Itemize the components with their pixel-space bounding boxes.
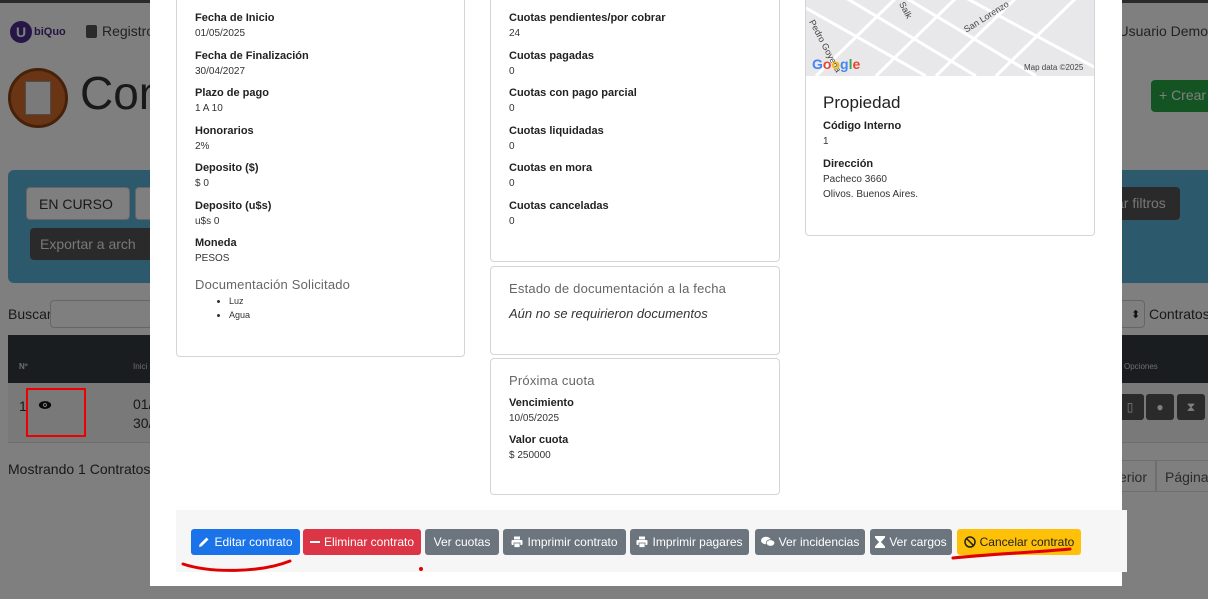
field-value: 0 xyxy=(509,178,515,189)
field-label: Honorarios xyxy=(195,125,254,137)
field-value: 0 xyxy=(509,66,515,77)
doc-status-title: Estado de documentación a la fecha xyxy=(509,281,727,296)
field-value: 2% xyxy=(195,141,210,152)
annotation-highlight-box xyxy=(26,388,86,437)
field-label: Plazo de pago xyxy=(195,87,269,99)
codigo-value: 1 xyxy=(823,136,829,147)
field-label: Cuotas en mora xyxy=(509,162,593,174)
pencil-icon xyxy=(199,537,209,547)
print-pagares-button[interactable]: Imprimir pagares xyxy=(630,529,749,555)
field-value: 24 xyxy=(509,28,521,39)
field-value: 1 A 10 xyxy=(195,103,223,114)
vencimiento-value: 10/05/2025 xyxy=(509,413,560,424)
field-value: $ 0 xyxy=(195,178,209,189)
list-item: Agua xyxy=(229,310,250,320)
print-contract-button[interactable]: Imprimir contrato xyxy=(503,529,626,555)
field-label: Cuotas pagadas xyxy=(509,50,594,62)
field-value: 01/05/2025 xyxy=(195,28,246,39)
map-data-credit: Map data ©2025 xyxy=(1024,63,1084,72)
comments-icon xyxy=(760,536,775,547)
field-label: Cuotas liquidadas xyxy=(509,125,604,137)
minus-icon xyxy=(309,541,320,543)
view-installments-button[interactable]: Ver cuotas xyxy=(425,529,499,555)
view-charges-button[interactable]: Ver cargos xyxy=(870,529,952,555)
view-incidents-button[interactable]: Ver incidencias xyxy=(755,529,865,555)
contract-detail-modal: Fecha de Inicio 01/05/2025 Fecha de Fina… xyxy=(150,0,1127,586)
doc-status-card: Estado de documentación a la fecha Aún n… xyxy=(490,266,780,355)
annotation-underline-edit xyxy=(181,559,292,572)
field-value: u$s 0 xyxy=(195,216,220,227)
codigo-label: Código Interno xyxy=(823,120,902,132)
annotation-underline-cancel xyxy=(951,547,1072,560)
direccion-label: Dirección xyxy=(823,158,874,170)
field-label: Deposito (u$s) xyxy=(195,200,272,212)
hourglass-icon xyxy=(875,536,886,548)
property-card: Pedro Goyena Salk San Lorenzo Google Map… xyxy=(805,0,1095,236)
map-widget[interactable]: Pedro Goyena Salk San Lorenzo Google Map… xyxy=(806,0,1094,76)
doc-requested-list: Luz Agua xyxy=(229,296,250,324)
field-label: Cuotas con pago parcial xyxy=(509,87,637,99)
direccion-line2: Olivos. Buenos Aires. xyxy=(823,189,919,200)
contract-info-card: Fecha de Inicio 01/05/2025 Fecha de Fina… xyxy=(176,0,465,357)
next-installment-title: Próxima cuota xyxy=(509,373,595,388)
printer-icon xyxy=(511,536,523,548)
field-value: 0 xyxy=(509,103,515,114)
next-installment-card: Próxima cuota Vencimiento 10/05/2025 Val… xyxy=(490,358,780,495)
field-value: 0 xyxy=(509,141,515,152)
field-label: Fecha de Finalización xyxy=(195,50,309,62)
delete-contract-button[interactable]: Eliminar contrato xyxy=(303,529,421,555)
annotation-dot xyxy=(419,567,423,571)
list-item: Luz xyxy=(229,296,250,306)
field-label: Fecha de Inicio xyxy=(195,12,275,24)
vencimiento-label: Vencimiento xyxy=(509,397,574,409)
valor-cuota-value: $ 250000 xyxy=(509,450,551,461)
property-title: Propiedad xyxy=(823,93,901,112)
field-label: Cuotas pendientes/por cobrar xyxy=(509,12,666,24)
doc-status-text: Aún no se requirieron documentos xyxy=(509,306,708,321)
field-value: 30/04/2027 xyxy=(195,66,246,77)
edit-contract-button[interactable]: Editar contrato xyxy=(191,529,300,555)
printer-icon xyxy=(636,536,648,548)
installments-card: Cuotas pendientes/por cobrar 24 Cuotas p… xyxy=(490,0,780,262)
field-label: Cuotas canceladas xyxy=(509,200,609,212)
valor-cuota-label: Valor cuota xyxy=(509,434,569,446)
field-label: Deposito ($) xyxy=(195,162,259,174)
field-value: 0 xyxy=(509,216,515,227)
doc-requested-title: Documentación Solicitado xyxy=(195,277,351,292)
google-logo: Google xyxy=(812,56,861,72)
field-label: Moneda xyxy=(195,237,237,249)
direccion-line1: Pacheco 3660 xyxy=(823,174,887,185)
field-value: PESOS xyxy=(195,253,230,264)
